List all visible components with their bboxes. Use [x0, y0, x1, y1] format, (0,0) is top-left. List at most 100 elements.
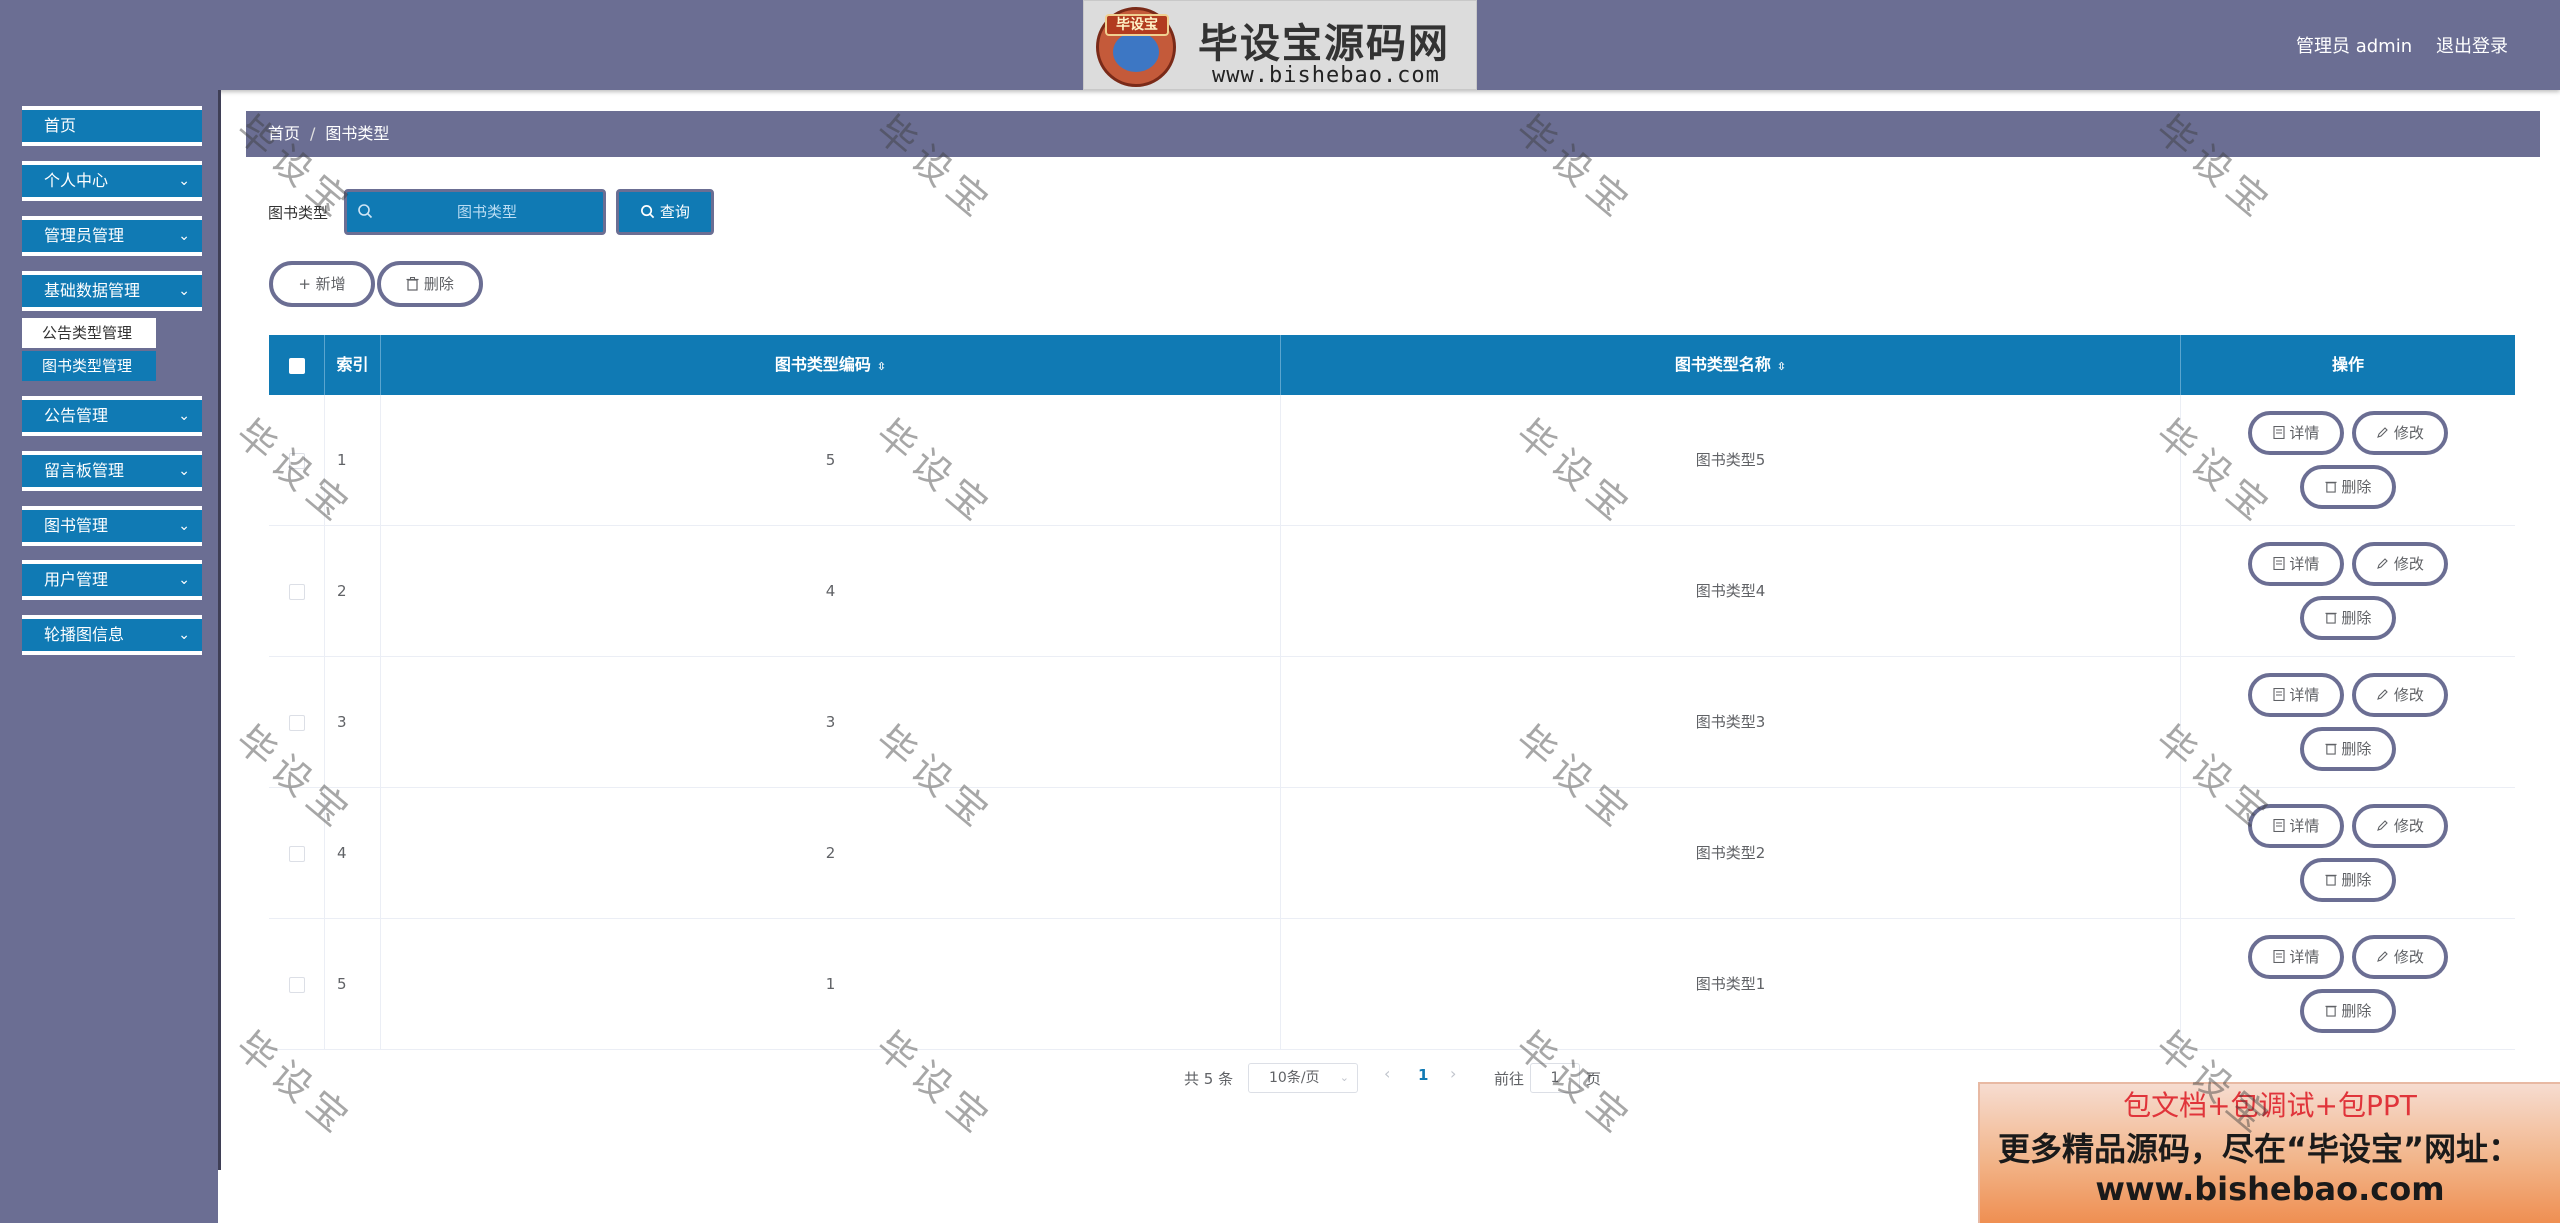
detail-button-label: 详情: [2289, 817, 2320, 835]
page-size-value: 10条/页: [1269, 1070, 1320, 1086]
edit-button[interactable]: 修改: [2352, 411, 2448, 455]
edit-button[interactable]: 修改: [2352, 935, 2448, 979]
sidebar-item-admin-management[interactable]: 管理员管理 ⌄: [22, 216, 202, 256]
chevron-down-icon: ⌄: [178, 572, 190, 588]
chevron-down-icon: ⌄: [178, 283, 190, 299]
submenu-book-type[interactable]: 图书类型管理: [22, 351, 156, 381]
trash-icon: [2325, 1005, 2337, 1017]
delete-button[interactable]: 删除: [2300, 727, 2396, 771]
sort-icon[interactable]: ⇳: [1777, 360, 1786, 373]
select-all-checkbox[interactable]: [288, 357, 305, 374]
promo-line-3: www.bishebao.com: [2095, 1170, 2445, 1208]
chevron-down-icon: ⌄: [178, 228, 190, 244]
promo-line-1: 包文档+包调试+包PPT: [2123, 1089, 2417, 1122]
delete-button-label: 删除: [2341, 1002, 2372, 1020]
promo-banner[interactable]: 包文档+包调试+包PPT 更多精品源码，尽在“毕设宝”网址： www.bishe…: [1978, 1082, 2560, 1223]
edit-icon: [2377, 689, 2388, 700]
row-select-cell[interactable]: [269, 788, 325, 919]
sidebar-item-home[interactable]: 首页: [22, 106, 202, 146]
row-select-cell[interactable]: [269, 395, 325, 526]
chevron-down-icon: ⌄: [178, 518, 190, 534]
sidebar-item-basic-data[interactable]: 基础数据管理 ⌄: [22, 271, 202, 311]
logout-link[interactable]: 退出登录: [2436, 32, 2508, 58]
search-icon: [641, 205, 655, 219]
detail-button[interactable]: 详情: [2248, 673, 2344, 717]
edit-button[interactable]: 修改: [2352, 804, 2448, 848]
column-header-index: 索引: [325, 335, 381, 395]
page-size-select[interactable]: 10条/页 ⌄: [1248, 1063, 1358, 1093]
column-header-code[interactable]: 图书类型编码 ⇳: [381, 335, 1281, 395]
detail-button[interactable]: 详情: [2248, 411, 2344, 455]
page-number-current[interactable]: 1: [1418, 1066, 1428, 1084]
next-page-button[interactable]: ›: [1450, 1064, 1456, 1083]
prev-page-button[interactable]: ‹: [1384, 1064, 1390, 1083]
document-icon: [2273, 818, 2285, 833]
row-select-cell[interactable]: [269, 657, 325, 788]
row-select-cell[interactable]: [269, 919, 325, 1050]
detail-button[interactable]: 详情: [2248, 935, 2344, 979]
row-checkbox[interactable]: [288, 583, 305, 600]
edit-button[interactable]: 修改: [2352, 542, 2448, 586]
breadcrumb-separator: /: [310, 124, 316, 143]
goto-unit: 页: [1586, 1070, 1602, 1088]
submenu-notice-type[interactable]: 公告类型管理: [22, 318, 156, 348]
column-header-name[interactable]: 图书类型名称 ⇳: [1281, 335, 2181, 395]
sort-icon[interactable]: ⇳: [877, 360, 886, 373]
row-name: 图书类型3: [1281, 657, 2181, 788]
row-code: 2: [381, 788, 1281, 919]
document-icon: [2273, 556, 2285, 571]
site-logo: 毕设宝 毕设宝源码网 www.bishebao.com: [1083, 0, 1477, 90]
row-index: 5: [325, 919, 381, 1050]
delete-button-label: 删除: [2341, 609, 2372, 627]
column-header-name-label: 图书类型名称: [1674, 355, 1771, 374]
query-button[interactable]: 查询: [616, 189, 714, 235]
select-all-cell[interactable]: [269, 335, 325, 395]
row-actions: 详情 修改 删除: [2181, 919, 2515, 1050]
chevron-down-icon: ⌄: [178, 408, 190, 424]
search-input[interactable]: [387, 198, 587, 226]
edit-button-label: 修改: [2393, 555, 2424, 573]
row-name: 图书类型2: [1281, 788, 2181, 919]
delete-button[interactable]: 删除: [2300, 465, 2396, 509]
row-checkbox[interactable]: [288, 976, 305, 993]
search-field[interactable]: [344, 189, 606, 235]
sidebar-item-carousel[interactable]: 轮播图信息 ⌄: [22, 615, 202, 655]
sidebar-item-books[interactable]: 图书管理 ⌄: [22, 506, 202, 546]
delete-button[interactable]: 删除: [2300, 596, 2396, 640]
sidebar-item-personal-center[interactable]: 个人中心 ⌄: [22, 161, 202, 201]
row-code: 3: [381, 657, 1281, 788]
edit-icon: [2377, 558, 2388, 569]
sidebar-item-notice[interactable]: 公告管理 ⌄: [22, 396, 202, 436]
row-name: 图书类型4: [1281, 526, 2181, 657]
batch-delete-button[interactable]: 删除: [377, 261, 483, 307]
edit-button-label: 修改: [2393, 686, 2424, 704]
search-icon: [357, 203, 373, 223]
add-button[interactable]: + 新增: [269, 261, 375, 307]
delete-button[interactable]: 删除: [2300, 858, 2396, 902]
table-row: 3 3 图书类型3 详情 修改 删除: [269, 657, 2515, 788]
row-checkbox[interactable]: [288, 714, 305, 731]
sidebar-item-message-board[interactable]: 留言板管理 ⌄: [22, 451, 202, 491]
table-row: 5 1 图书类型1 详情 修改 删除: [269, 919, 2515, 1050]
row-index: 4: [325, 788, 381, 919]
breadcrumb-home[interactable]: 首页: [268, 124, 300, 143]
row-checkbox[interactable]: [288, 845, 305, 862]
edit-button[interactable]: 修改: [2352, 673, 2448, 717]
table-header: 索引 图书类型编码 ⇳ 图书类型名称 ⇳ 操作: [269, 335, 2515, 395]
delete-button-label: 删除: [2341, 740, 2372, 758]
row-name: 图书类型5: [1281, 395, 2181, 526]
sidebar-item-label: 管理员管理: [44, 226, 125, 245]
sidebar-item-users[interactable]: 用户管理 ⌄: [22, 560, 202, 600]
row-select-cell[interactable]: [269, 526, 325, 657]
row-code: 4: [381, 526, 1281, 657]
logo-title: 毕设宝源码网: [1198, 21, 1450, 67]
sidebar-item-label: 基础数据管理: [44, 281, 141, 300]
detail-button[interactable]: 详情: [2248, 804, 2344, 848]
detail-button-label: 详情: [2289, 424, 2320, 442]
row-checkbox[interactable]: [288, 452, 305, 469]
column-header-code-label: 图书类型编码: [774, 355, 871, 374]
detail-button[interactable]: 详情: [2248, 542, 2344, 586]
delete-button[interactable]: 删除: [2300, 989, 2396, 1033]
goto-page-input[interactable]: [1530, 1063, 1580, 1093]
breadcrumb-current: 图书类型: [325, 124, 390, 143]
